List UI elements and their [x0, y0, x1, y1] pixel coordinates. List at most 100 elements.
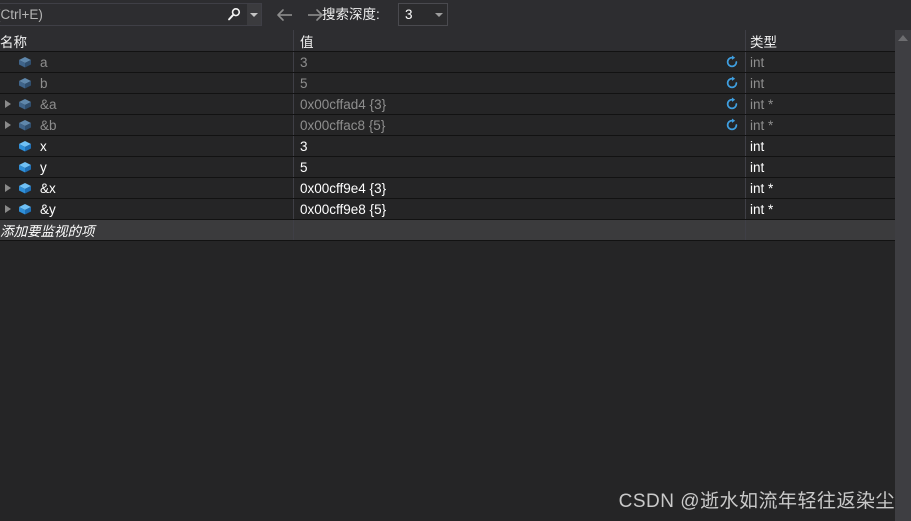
watch-type-label: int — [750, 159, 765, 175]
watch-name-label: &a — [40, 96, 57, 112]
table-row[interactable]: &b 0x00cffac8 {5} int * — [0, 115, 895, 136]
watch-name-cell[interactable]: &y — [0, 199, 294, 219]
cube-icon-svg — [19, 140, 31, 151]
refresh-circular-arrow-icon-svg — [726, 55, 738, 68]
watch-value-label: 0x00cff9e8 {5} — [300, 201, 387, 217]
expander-spacer — [0, 157, 16, 177]
watch-type-cell: int — [746, 157, 895, 177]
table-row[interactable]: y 5 int — [0, 157, 895, 178]
search-input[interactable] — [0, 4, 221, 25]
cube-icon-svg — [19, 182, 31, 193]
triangle-right-icon — [5, 184, 11, 192]
cube-icon — [16, 115, 34, 135]
table-row[interactable]: x 3 int — [0, 136, 895, 157]
watch-name-cell[interactable]: &x — [0, 178, 294, 198]
expander-spacer — [0, 73, 16, 93]
watch-name-label: a — [40, 54, 48, 70]
search-back-button[interactable] — [272, 3, 298, 27]
watch-type-cell: int * — [746, 178, 895, 198]
watch-type-label: int * — [750, 180, 774, 196]
table-row[interactable]: a 3 int — [0, 52, 895, 73]
arrow-left-icon — [277, 9, 292, 21]
watch-name-label: &b — [40, 117, 57, 133]
csdn-watermark: CSDN @逝水如流年轻往返染尘 — [618, 491, 895, 512]
expander-triangle-right-icon[interactable] — [0, 178, 16, 198]
watch-type-label: int * — [750, 117, 774, 133]
watch-name-label: x — [40, 138, 47, 154]
refresh-circular-arrow-icon-svg — [726, 118, 738, 131]
watch-value-label: 5 — [300, 159, 308, 175]
refresh-icon[interactable] — [725, 97, 739, 111]
watch-type-cell: int * — [746, 94, 895, 114]
watch-name-cell[interactable]: b — [0, 73, 294, 93]
watch-value-cell[interactable]: 3 — [294, 136, 746, 156]
expander-triangle-right-icon[interactable] — [0, 115, 16, 135]
cube-icon-svg — [19, 203, 31, 214]
cube-icon-svg — [19, 119, 31, 130]
expander-triangle-right-icon[interactable] — [0, 199, 16, 219]
expander-spacer — [0, 136, 16, 156]
watch-type-cell: int * — [746, 115, 895, 135]
cube-icon — [16, 52, 34, 72]
watch-toolbar: 搜索深度: 3 — [0, 0, 911, 30]
column-header-value[interactable]: 值 — [294, 30, 746, 51]
triangle-up-icon — [898, 35, 908, 41]
chevron-down-icon — [250, 12, 258, 17]
cube-icon — [16, 157, 34, 177]
watch-value-label: 3 — [300, 54, 308, 70]
vertical-scrollbar[interactable] — [895, 30, 911, 521]
watch-name-label: &y — [40, 201, 56, 217]
watch-value-cell[interactable]: 0x00cff9e4 {3} — [294, 178, 746, 198]
watch-window: 搜索深度: 3 名称 值 类型 a 3 int b 5 int&a 0x00cffad4 {… — [0, 0, 911, 521]
watch-name-cell[interactable]: &a — [0, 94, 294, 114]
watch-value-cell[interactable]: 0x00cffac8 {5} — [294, 115, 746, 135]
watch-name-cell[interactable]: &b — [0, 115, 294, 135]
search-box[interactable] — [0, 3, 262, 26]
triangle-right-icon — [5, 121, 11, 129]
refresh-icon[interactable] — [725, 76, 739, 90]
watch-type-label: int — [750, 138, 765, 154]
watch-value-cell[interactable]: 3 — [294, 52, 746, 72]
scrollbar-up-button[interactable] — [895, 30, 911, 46]
watch-type-cell: int * — [746, 199, 895, 219]
add-watch-name-cell[interactable]: 添加要监视的项 — [0, 220, 294, 240]
watch-value-label: 5 — [300, 75, 308, 91]
watch-value-label: 0x00cff9e4 {3} — [300, 180, 387, 196]
watch-value-cell[interactable]: 0x00cff9e8 {5} — [294, 199, 746, 219]
refresh-icon[interactable] — [725, 118, 739, 132]
watch-value-label: 3 — [300, 138, 308, 154]
add-watch-row[interactable]: 添加要监视的项 — [0, 220, 895, 241]
watch-value-label: 0x00cffad4 {3} — [300, 96, 387, 112]
refresh-icon[interactable] — [725, 55, 739, 69]
table-row[interactable]: &a 0x00cffad4 {3} int * — [0, 94, 895, 115]
watch-value-cell[interactable]: 5 — [294, 157, 746, 177]
column-header-name[interactable]: 名称 — [0, 30, 294, 51]
expander-triangle-right-icon[interactable] — [0, 94, 16, 114]
watch-value-label: 0x00cffac8 {5} — [300, 117, 386, 133]
cube-icon-svg — [19, 56, 31, 67]
cube-icon-svg — [19, 77, 31, 88]
add-watch-value-cell[interactable] — [294, 220, 746, 240]
watch-value-cell[interactable]: 0x00cffad4 {3} — [294, 94, 746, 114]
cube-icon-svg — [19, 161, 31, 172]
expander-spacer — [0, 52, 16, 72]
table-row[interactable]: &y 0x00cff9e8 {5} int * — [0, 199, 895, 220]
watch-name-cell[interactable]: a — [0, 52, 294, 72]
add-watch-type-cell[interactable] — [746, 220, 895, 240]
magnifier-icon[interactable] — [221, 4, 247, 25]
table-row[interactable]: b 5 int — [0, 73, 895, 94]
watch-name-label: y — [40, 159, 47, 175]
cube-icon — [16, 73, 34, 93]
table-row[interactable]: &x 0x00cff9e4 {3} int * — [0, 178, 895, 199]
watch-type-cell: int — [746, 73, 895, 93]
column-header-type[interactable]: 类型 — [746, 30, 895, 51]
cube-icon — [16, 94, 34, 114]
search-depth-field[interactable]: 3 — [398, 3, 448, 26]
watch-name-cell[interactable]: y — [0, 157, 294, 177]
search-dropdown-button[interactable] — [247, 4, 261, 25]
watch-type-cell: int — [746, 52, 895, 72]
triangle-right-icon — [5, 100, 11, 108]
chevron-down-icon[interactable] — [435, 12, 443, 17]
watch-name-cell[interactable]: x — [0, 136, 294, 156]
watch-value-cell[interactable]: 5 — [294, 73, 746, 93]
